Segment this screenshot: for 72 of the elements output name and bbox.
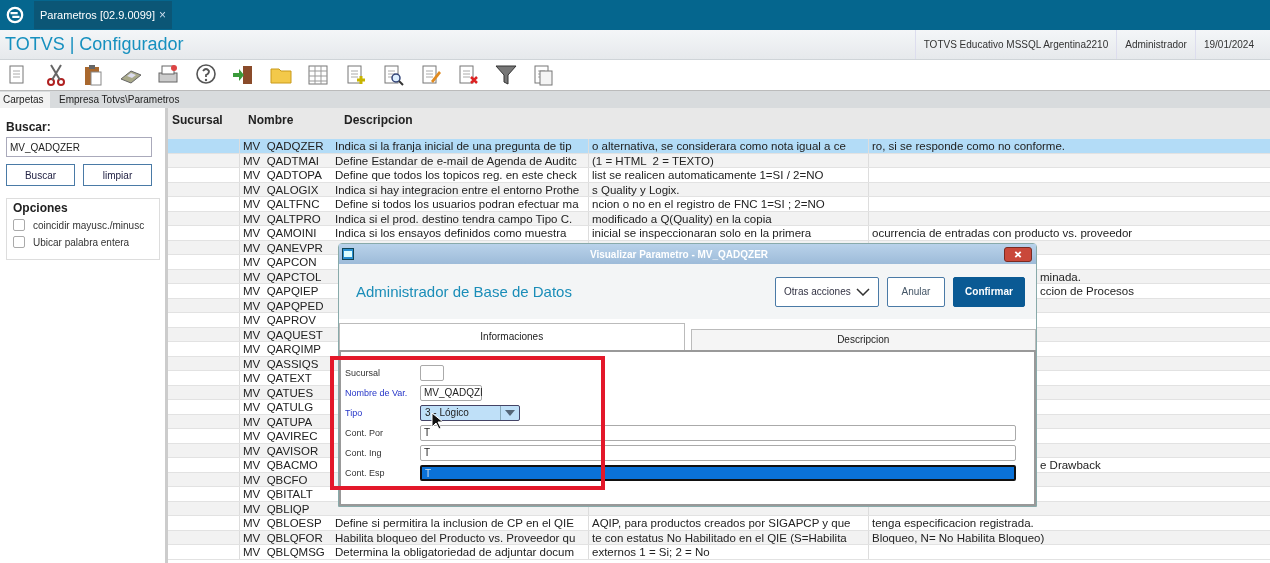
table-cell-text: MV QBLIQP bbox=[242, 501, 311, 515]
field-label: Cont. Ing bbox=[345, 447, 383, 458]
header-info: Administrador bbox=[1116, 30, 1195, 59]
table-cell: te con estatus No Habilitado en el QIE (S=Habilita bbox=[592, 531, 847, 544]
table-cell: modificado a Q(Quality) en la copia bbox=[592, 212, 772, 225]
table-cell-text: MV QARQIMP bbox=[242, 342, 322, 356]
table-cell: AQIP, para productos creados por SIGAPCP y que bbox=[592, 517, 851, 529]
field-label: Nombre de Var. bbox=[345, 387, 409, 398]
table-cell: list se realicen automaticamente 1=SI / 2=NO bbox=[592, 169, 824, 181]
table-cell-text: MV QAPCTOL bbox=[242, 269, 323, 283]
table-cell-text: MV QADTOPA bbox=[242, 168, 323, 182]
table-cell-text: MV QANEVPR bbox=[242, 240, 324, 254]
header-info: TOTVS Educativo MSSQL Argentina2210 bbox=[914, 30, 1117, 59]
table-cell-text: MV QAVIREC bbox=[242, 429, 319, 443]
table-cell: Define si permitira la inclusion de CP en el QIE bbox=[335, 517, 574, 529]
app-title: TOTVS | Configurador bbox=[4, 34, 184, 55]
table-cell: o alternativa, se considerara como nota igual a ce bbox=[592, 140, 846, 152]
table-cell: inicial se inspeccionaran solo en la primera bbox=[592, 227, 812, 239]
table-cell-text: MV QALOGIX bbox=[242, 182, 320, 196]
table-cell: ro, si se responde como no conforme. bbox=[872, 140, 1066, 152]
search-label: Buscar: bbox=[6, 120, 52, 134]
table-cell: Habilita bloqueo del Producto vs. Proveedor qu bbox=[335, 531, 576, 544]
table-cell-text: MV QATUES bbox=[242, 385, 315, 399]
table-cell-text: MV QAPQPED bbox=[242, 298, 325, 312]
table-cell: Define si todos los usuarios podran efectuar ma bbox=[335, 198, 579, 210]
table-cell-text: MV QADTMAI bbox=[242, 153, 321, 167]
table-cell-text: MV QATULG bbox=[242, 400, 315, 414]
option-label: coincidir mayusc./minusc bbox=[33, 219, 145, 231]
table-cell: Define Estandar de e-mail de Agenda de Auditc bbox=[335, 154, 577, 167]
table-cell: Indica si el prod. destino tendra campo Tipo C. bbox=[335, 212, 573, 225]
table-cell: Indica si la franja inicial de una pregunta de tip bbox=[335, 140, 572, 152]
table-cell: minada. bbox=[1040, 269, 1081, 284]
table-cell-text: MV QBCFO bbox=[242, 472, 309, 486]
table-cell: ncion o no en el registro de FNC 1=SI ; 2=NO bbox=[592, 198, 825, 210]
field-label: Cont. Por bbox=[345, 427, 385, 438]
table-cell: s Quality y Logix. bbox=[592, 183, 680, 196]
table-cell: Indica si hay integracion entre el entorno Prothe bbox=[335, 183, 580, 196]
table-cell: e Drawback bbox=[1040, 458, 1101, 472]
table-cell: Indica si los ensayos definidos como muestra bbox=[335, 227, 567, 239]
table-cell-text: MV QALTPRO bbox=[242, 211, 322, 225]
table-cell-text: MV QBLQMSG bbox=[242, 545, 326, 559]
field-label: Tipo bbox=[345, 407, 364, 418]
table-cell-text: MV QAQUEST bbox=[242, 327, 324, 341]
table-cell: tenga especificacion registrada. bbox=[872, 517, 1034, 529]
field-label: Cont. Esp bbox=[345, 467, 386, 478]
table-cell-text: MV QBACMO bbox=[242, 458, 319, 472]
table-cell-text: MV QAPQIEP bbox=[242, 284, 320, 298]
table-cell: Determina la obligatoriedad de adjuntar docum bbox=[335, 546, 575, 558]
table-cell-text: MV QAVISOR bbox=[242, 443, 320, 457]
table-cell-text: MV QATEXT bbox=[242, 371, 313, 385]
option-label: Ubicar palabra entera bbox=[33, 236, 130, 248]
table-cell-text: MV QASSIQS bbox=[242, 356, 320, 370]
table-cell-text: MV QBITALT bbox=[242, 487, 314, 501]
dialog-heading: Administrador de Base de Datos bbox=[356, 283, 572, 300]
table-cell: ccion de Procesos bbox=[1040, 284, 1134, 298]
table-cell-text: MV QAMOINI bbox=[242, 226, 318, 240]
header-info: 19/01/2024 bbox=[1194, 30, 1262, 59]
table-cell: Bloqueo, N= No Habilita Bloqueo) bbox=[872, 531, 1045, 544]
dialog-title: Visualizar Parametro - MV_QADQZER bbox=[588, 248, 770, 260]
table-cell-text: MV QADQZER bbox=[242, 139, 325, 153]
table-cell-text: MV QATUPA bbox=[242, 414, 314, 428]
table-cell: externos 1 = Si; 2 = No bbox=[592, 546, 710, 558]
field-label: Sucursal bbox=[345, 367, 381, 378]
table-cell-text: MV QALTFNC bbox=[242, 197, 321, 211]
table-cell: (1 = HTML 2 = TEXTO) bbox=[592, 154, 714, 167]
table-cell-text: MV QBLQFOR bbox=[242, 530, 324, 544]
table-cell-text: MV QAPROV bbox=[242, 313, 317, 327]
table-cell: Define que todos los topicos reg. en este check bbox=[335, 169, 577, 181]
options-title: Opciones bbox=[13, 201, 68, 215]
table-cell-text: MV QBLOESP bbox=[242, 516, 323, 530]
table-cell-text: MV QAPCON bbox=[242, 255, 318, 269]
table-cell: ocurrencia de entradas con producto vs. proveedor bbox=[872, 227, 1133, 239]
